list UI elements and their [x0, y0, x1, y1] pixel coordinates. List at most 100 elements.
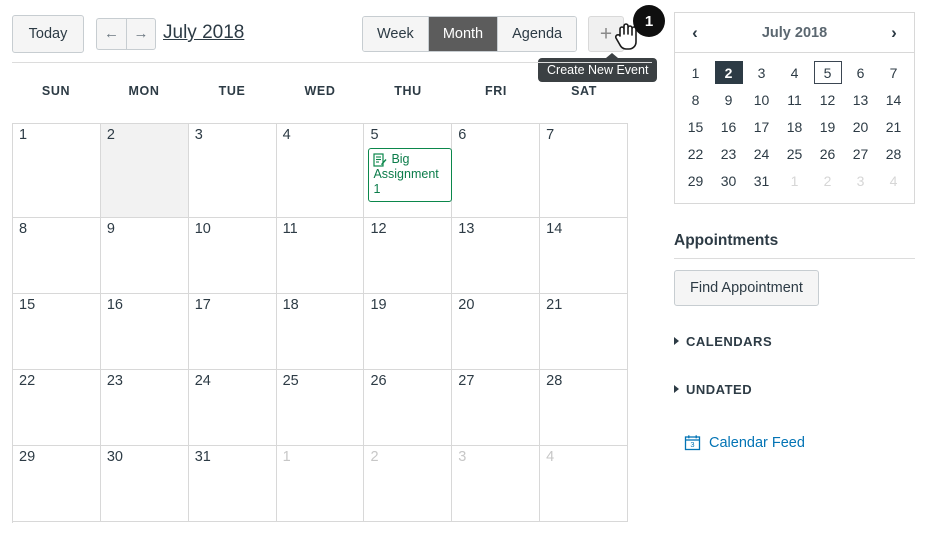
day-cell[interactable]: 31 — [188, 446, 277, 522]
calendars-section-toggle[interactable]: CALENDARS — [674, 334, 772, 349]
day-cell[interactable]: 2 — [364, 446, 453, 522]
mini-day-cell[interactable]: 3 — [745, 59, 778, 86]
previous-month-icon[interactable]: ← — [96, 18, 126, 50]
day-cell[interactable]: 7 — [540, 124, 629, 218]
day-cell[interactable]: 25 — [276, 370, 365, 446]
mini-day-number: 31 — [753, 172, 770, 189]
tab-agenda[interactable]: Agenda — [498, 17, 577, 51]
mini-prev-month-icon[interactable]: ‹ — [675, 24, 715, 41]
mini-day-number: 25 — [786, 145, 803, 162]
weekday-header-fri: FRI — [485, 84, 507, 98]
page-title[interactable]: July 2018 — [163, 22, 244, 44]
day-cell[interactable]: 13 — [452, 218, 541, 294]
mini-day-cell[interactable]: 18 — [778, 113, 811, 140]
day-cell[interactable]: 30 — [100, 446, 189, 522]
mini-day-number: 9 — [724, 91, 733, 108]
mini-day-cell[interactable]: 29 — [679, 167, 712, 194]
day-cell[interactable]: 3 — [452, 446, 541, 522]
mini-day-cell[interactable]: 22 — [679, 140, 712, 167]
mini-day-number: 3 — [757, 64, 766, 81]
mini-day-cell[interactable]: 31 — [745, 167, 778, 194]
week-row: 15 16 17 18 19 20 21 — [13, 294, 629, 370]
day-cell[interactable]: 26 — [364, 370, 453, 446]
day-cell[interactable]: 14 — [540, 218, 629, 294]
mini-next-month-icon[interactable]: › — [874, 24, 914, 41]
mini-day-cell[interactable]: 25 — [778, 140, 811, 167]
mini-day-cell[interactable]: 28 — [877, 140, 910, 167]
mini-day-cell[interactable]: 26 — [811, 140, 844, 167]
mini-day-cell[interactable]: 16 — [712, 113, 745, 140]
mini-day-cell[interactable]: 6 — [844, 59, 877, 86]
tab-week[interactable]: Week — [363, 17, 429, 51]
day-cell[interactable]: 6 — [452, 124, 541, 218]
day-number: 2 — [106, 127, 115, 143]
day-cell[interactable]: 29 — [13, 446, 101, 522]
create-new-event-button[interactable]: + — [588, 16, 624, 52]
mini-day-cell[interactable]: 4 — [778, 59, 811, 86]
calendar-feed-link[interactable]: 3 Calendar Feed — [684, 434, 805, 451]
svg-text:3: 3 — [690, 440, 694, 449]
day-cell[interactable]: 4 — [276, 124, 365, 218]
mini-day-cell[interactable]: 30 — [712, 167, 745, 194]
day-cell[interactable]: 20 — [452, 294, 541, 370]
day-cell[interactable]: 10 — [188, 218, 277, 294]
mini-day-cell[interactable]: 11 — [778, 86, 811, 113]
mini-day-cell[interactable]: 17 — [745, 113, 778, 140]
day-cell[interactable]: 5 Big Assignment 1 — [364, 124, 453, 218]
mini-day-cell[interactable]: 7 — [877, 59, 910, 86]
mini-day-number: 23 — [720, 145, 737, 162]
day-cell[interactable]: 1 — [13, 124, 101, 218]
undated-section-toggle[interactable]: UNDATED — [674, 382, 752, 397]
mini-day-number: 10 — [753, 91, 770, 108]
next-month-icon[interactable]: → — [126, 18, 156, 50]
find-appointment-button[interactable]: Find Appointment — [674, 270, 819, 306]
mini-day-cell[interactable]: 23 — [712, 140, 745, 167]
day-cell[interactable]: 2 — [100, 124, 189, 218]
day-cell[interactable]: 15 — [13, 294, 101, 370]
day-cell[interactable]: 19 — [364, 294, 453, 370]
mini-day-cell[interactable]: 1 — [679, 59, 712, 86]
day-cell[interactable]: 27 — [452, 370, 541, 446]
mini-day-cell[interactable]: 21 — [877, 113, 910, 140]
mini-day-cell: 1 — [778, 167, 811, 194]
day-cell[interactable]: 3 — [188, 124, 277, 218]
mini-day-cell[interactable]: 2 — [712, 59, 745, 86]
weekday-header-row: SUN MON TUE WED THU FRI SAT — [12, 84, 628, 98]
day-cell[interactable]: 21 — [540, 294, 629, 370]
week-row: 22 23 24 25 26 27 28 — [13, 370, 629, 446]
mini-day-cell[interactable]: 10 — [745, 86, 778, 113]
weekday-header-tue: TUE — [218, 84, 246, 98]
mini-day-cell[interactable]: 5 — [811, 59, 844, 86]
day-cell[interactable]: 23 — [100, 370, 189, 446]
mini-day-cell[interactable]: 15 — [679, 113, 712, 140]
mini-day-cell[interactable]: 20 — [844, 113, 877, 140]
mini-day-cell[interactable]: 9 — [712, 86, 745, 113]
day-cell[interactable]: 17 — [188, 294, 277, 370]
mini-day-cell[interactable]: 27 — [844, 140, 877, 167]
day-cell[interactable]: 28 — [540, 370, 629, 446]
calendar-event[interactable]: Big Assignment 1 — [368, 148, 453, 202]
day-cell[interactable]: 11 — [276, 218, 365, 294]
day-cell[interactable]: 8 — [13, 218, 101, 294]
plus-icon: + — [599, 22, 613, 46]
day-cell[interactable]: 16 — [100, 294, 189, 370]
mini-day-cell[interactable]: 8 — [679, 86, 712, 113]
mini-day-cell[interactable]: 24 — [745, 140, 778, 167]
mini-week-row: 8 9 10 11 12 13 14 — [679, 86, 910, 113]
day-number: 7 — [546, 127, 555, 143]
day-cell[interactable]: 22 — [13, 370, 101, 446]
mini-day-cell[interactable]: 19 — [811, 113, 844, 140]
mini-day-cell[interactable]: 13 — [844, 86, 877, 113]
day-cell[interactable]: 4 — [540, 446, 629, 522]
day-cell[interactable]: 9 — [100, 218, 189, 294]
day-cell[interactable]: 1 — [276, 446, 365, 522]
day-cell[interactable]: 24 — [188, 370, 277, 446]
tab-month[interactable]: Month — [428, 17, 499, 51]
month-nav-group: ← → — [96, 18, 156, 50]
today-button[interactable]: Today — [12, 15, 84, 53]
day-cell[interactable]: 18 — [276, 294, 365, 370]
day-cell[interactable]: 12 — [364, 218, 453, 294]
mini-day-cell[interactable]: 12 — [811, 86, 844, 113]
mini-day-cell[interactable]: 14 — [877, 86, 910, 113]
mini-calendar: ‹ July 2018 › 1 2 3 4 5 6 7 8 9 10 11 12 13 14 15 16 17 1… — [674, 12, 915, 204]
